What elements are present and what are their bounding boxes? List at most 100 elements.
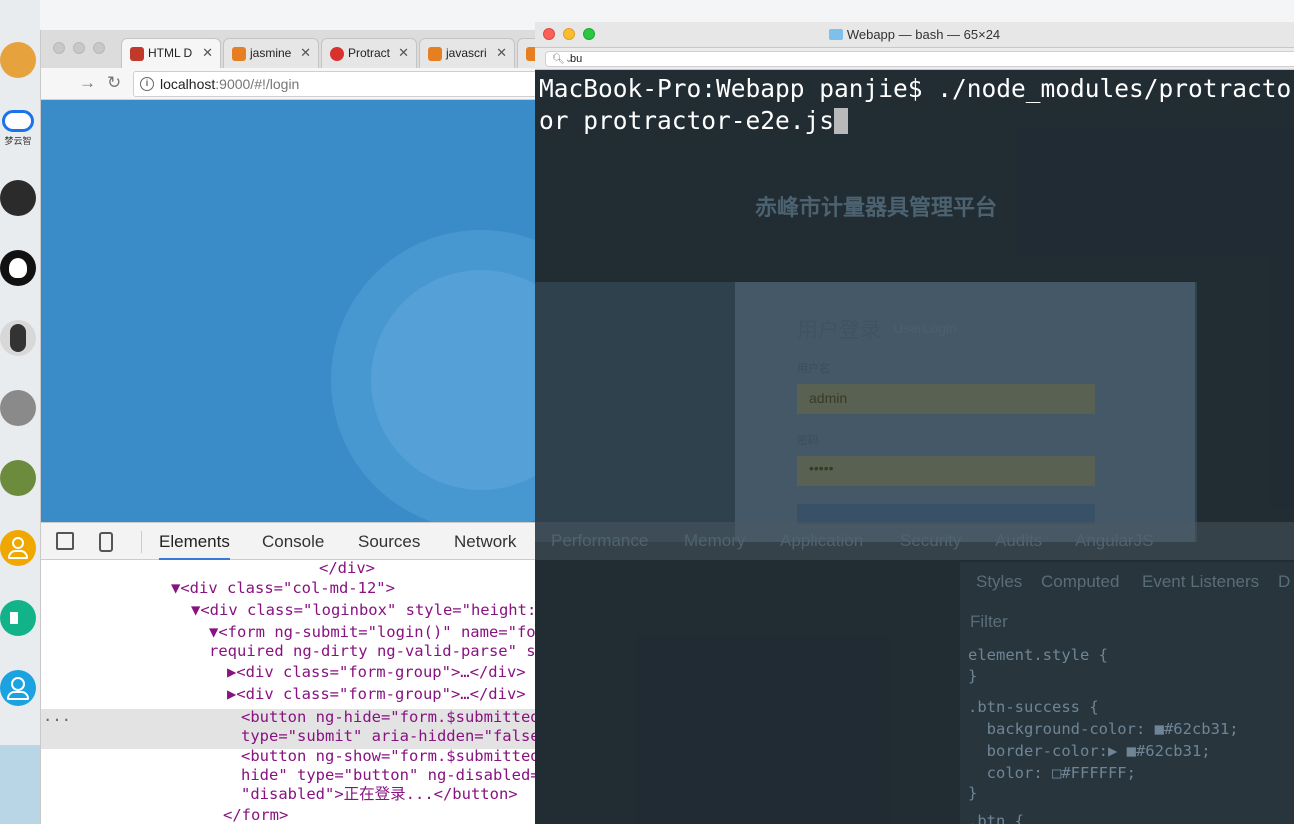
info-icon[interactable]: i [140,77,154,91]
ghost-password-value: ••••• [809,460,834,476]
tab-label: Protract [348,46,391,60]
speaker-icon[interactable] [0,600,36,636]
tab-close-icon[interactable]: ✕ [300,45,311,61]
reload-icon[interactable]: ↻ [107,73,121,93]
devtools-tab-bar: Elements Console Sources Network [41,522,535,560]
ghost-style-line: background-color: ■#62cb31; [968,720,1239,738]
tab-favicon-icon [330,47,344,61]
device-toolbar-icon[interactable] [99,532,113,552]
ghost-filter: Filter [970,612,1008,631]
dom-line[interactable]: </form> [223,805,288,824]
ghost-style-line: } [968,667,978,685]
ghost-style-line: element.style { [968,646,1108,664]
terminal-search-input[interactable]: 🔍︎⌄ bu [545,51,1294,67]
dom-line[interactable]: type="submit" aria-hidden="false">登 录</b… [241,726,535,746]
penguin-icon[interactable] [0,320,36,356]
tab-sources[interactable]: Sources [358,532,420,552]
ghost-tab-audits: Audits [995,531,1043,550]
terminal-line-2: or protractor-e2e.js [539,106,849,135]
ghost-tab-security: Security [900,531,962,550]
close-window-button[interactable] [53,42,65,54]
url-host: localhost [160,76,216,92]
ghost-styles-pane [960,562,1294,824]
nature-avatar[interactable] [0,460,36,496]
dom-line[interactable]: hide" type="button" ng-disabled="true" a… [241,765,535,785]
terminal-line-text: or protractor-e2e.js [539,106,835,135]
cloud-app-label: 梦云智 [4,136,32,146]
terminal-line: MacBook-Pro:Webapp panjie$ ./node_module… [539,74,1294,103]
dom-line[interactable]: ▼<div class="col-md-12"> [171,578,395,598]
dom-line[interactable]: required ng-dirty ng-valid-parse" style> [209,641,535,661]
ghost-side-tab-computed: Computed [1041,572,1120,591]
contacts-icon[interactable] [0,670,36,706]
dom-line[interactable]: <button ng-hide="form.$submitted" class=… [241,707,535,727]
ghost-style-line: .btn { [968,812,1024,824]
tab-close-icon[interactable]: ✕ [202,45,213,61]
dom-line[interactable]: <button ng-show="form.$submitted" class=… [241,746,535,766]
url-path: :9000/#!/login [215,76,300,92]
left-dock: 梦云智 [0,0,40,824]
browser-tab[interactable]: JS [517,38,535,68]
tab-label: jasmine [250,46,292,60]
tab-label: javascri [446,46,487,60]
ghost-site-title: 赤峰市计量器具管理平台 [755,195,998,220]
elements-panel: ... </div> ▼<div class="col-md-12"> ▼<di… [41,560,535,824]
ghost-side-tab-events: Event Listeners [1142,572,1260,591]
zoom-window-button[interactable] [93,42,105,54]
ghost-submit-button [797,504,1095,524]
tab-close-icon[interactable]: ✕ [398,45,409,61]
selected-node-marker[interactable]: ... [43,706,71,726]
dom-line[interactable]: ▼<div class="loginbox" style="height: 33… [191,600,535,620]
tab-favicon-icon [428,47,442,61]
tab-favicon-icon [526,47,535,61]
inspect-element-icon[interactable] [56,532,74,550]
terminal-zoom-button[interactable] [583,28,595,40]
forward-icon[interactable]: → [79,73,96,93]
ghost-username-value: admin [809,390,848,406]
gear-avatar[interactable] [0,390,36,426]
browser-tab[interactable]: javascri ✕ [419,38,515,68]
tab-network[interactable]: Network [454,532,516,552]
tab-elements[interactable]: Elements [159,532,230,560]
bird-app-icon[interactable] [0,42,36,78]
user-icon[interactable] [0,530,36,566]
dom-line[interactable]: ▶<div class="form-group">…</div> [227,662,526,682]
address-bar[interactable]: i localhost:9000/#!/login [133,71,535,97]
tab-close-icon[interactable]: ✕ [496,45,507,61]
github-icon[interactable] [0,250,36,286]
ghost-side-tab-d: D [1278,572,1291,591]
minimize-window-button[interactable] [73,42,85,54]
avatar-1[interactable] [0,180,36,216]
ghost-password-label: 密码 [797,435,819,447]
ghost-style-line: } [968,784,978,802]
ghost-login-heading: 用户登录 [797,319,881,342]
dom-line[interactable]: </div> [319,560,375,578]
search-icon: 🔍︎⌄ [552,54,574,65]
tab-console[interactable]: Console [262,532,324,552]
terminal-cursor [834,108,849,134]
terminal-minimize-button[interactable] [563,28,575,40]
folder-icon [828,29,843,40]
cloud-app-icon[interactable] [2,110,34,132]
ghost-style-line: .btn-success { [968,698,1099,716]
dom-line[interactable]: "disabled">正在登录...</button> [241,784,518,804]
dom-line[interactable]: ▼<form ng-submit="login()" name="form" c… [209,622,535,642]
ghost-tab-performance: Performance [551,531,649,550]
tab-label: HTML D [148,46,193,60]
terminal-body[interactable]: 赤峰市计量器具管理平台 用户登录 UserLogin 用户名 admin 密码 … [535,70,1294,824]
browser-tab[interactable]: Protract ✕ [321,38,417,68]
terminal-search-bar: 🔍︎⌄ bu [535,48,1294,70]
browser-toolbar: → ↻ i localhost:9000/#!/login [41,68,535,100]
browser-tab[interactable]: HTML D ✕ [121,38,221,68]
tab-favicon-icon [130,47,144,61]
browser-tab[interactable]: jasmine ✕ [223,38,319,68]
ghost-tab-application: Application [780,531,864,550]
ghost-login-heading-en: UserLogin [893,320,957,336]
terminal-close-button[interactable] [543,28,555,40]
dom-line[interactable]: ▶<div class="form-group">…</div> [227,684,526,704]
terminal-title: Webapp — bash — 65×24 [846,27,1001,42]
ghost-password-field [797,456,1095,486]
desktop-preview [0,745,40,824]
page-viewport [41,100,535,522]
devtools-divider [141,531,142,553]
